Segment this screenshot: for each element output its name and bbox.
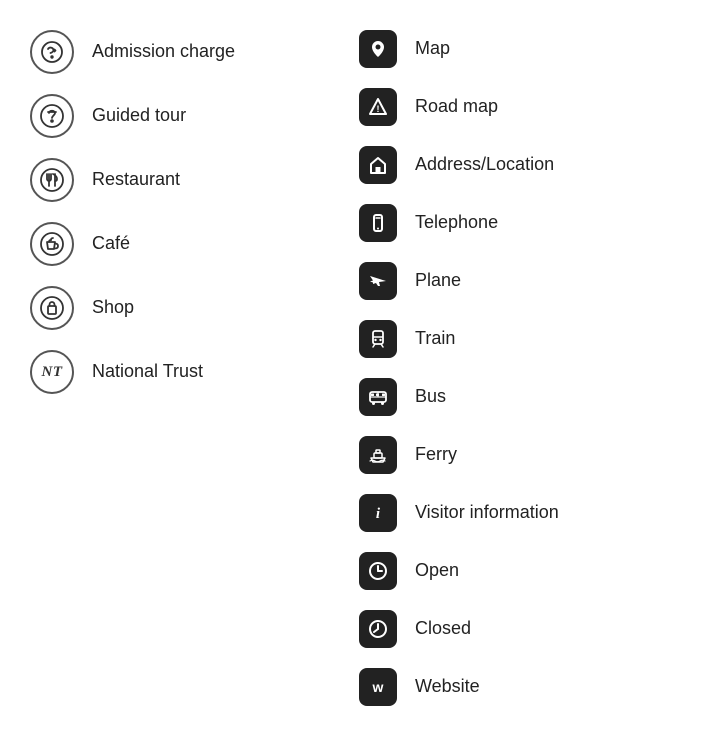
list-item: Ferry xyxy=(359,426,688,484)
closed-icon xyxy=(359,610,397,648)
closed-label: Closed xyxy=(415,617,471,640)
open-label: Open xyxy=(415,559,459,582)
restaurant-label: Restaurant xyxy=(92,168,180,191)
website-icon: w xyxy=(359,668,397,706)
list-item: Train xyxy=(359,310,688,368)
telephone-label: Telephone xyxy=(415,211,498,234)
train-label: Train xyxy=(415,327,455,350)
road-map-label: Road map xyxy=(415,95,498,118)
admission-charge-icon xyxy=(30,30,74,74)
bus-icon xyxy=(359,378,397,416)
list-item: Map xyxy=(359,20,688,78)
ferry-label: Ferry xyxy=(415,443,457,466)
legend-grid: Admission charge Guided tour xyxy=(30,20,688,716)
visitor-information-icon: i xyxy=(359,494,397,532)
list-item: w Website xyxy=(359,658,688,716)
list-item: Plane xyxy=(359,252,688,310)
list-item: ! Road map xyxy=(359,78,688,136)
plane-label: Plane xyxy=(415,269,461,292)
restaurant-icon xyxy=(30,158,74,202)
open-icon xyxy=(359,552,397,590)
list-item: Closed xyxy=(359,600,688,658)
guided-tour-icon xyxy=(30,94,74,138)
map-label: Map xyxy=(415,37,450,60)
list-item: Admission charge xyxy=(30,20,359,84)
svg-text:i: i xyxy=(376,506,381,522)
list-item: Guided tour xyxy=(30,84,359,148)
list-item: Address/Location xyxy=(359,136,688,194)
cafe-icon xyxy=(30,222,74,266)
right-column: Map ! Road map Address/Location xyxy=(359,20,688,716)
shop-label: Shop xyxy=(92,296,134,319)
telephone-icon xyxy=(359,204,397,242)
ferry-icon xyxy=(359,436,397,474)
list-item: Restaurant xyxy=(30,148,359,212)
list-item: Bus xyxy=(359,368,688,426)
list-item: Telephone xyxy=(359,194,688,252)
address-icon xyxy=(359,146,397,184)
plane-icon xyxy=(359,262,397,300)
list-item: Open xyxy=(359,542,688,600)
visitor-information-label: Visitor information xyxy=(415,501,559,524)
list-item: NT National Trust xyxy=(30,340,359,404)
list-item: Shop xyxy=(30,276,359,340)
guided-tour-label: Guided tour xyxy=(92,104,186,127)
shop-icon xyxy=(30,286,74,330)
svg-text:w: w xyxy=(372,679,384,695)
map-icon xyxy=(359,30,397,68)
admission-charge-label: Admission charge xyxy=(92,40,235,63)
road-map-icon: ! xyxy=(359,88,397,126)
list-item: Café xyxy=(30,212,359,276)
list-item: i Visitor information xyxy=(359,484,688,542)
svg-text:!: ! xyxy=(377,104,380,114)
train-icon xyxy=(359,320,397,358)
address-label: Address/Location xyxy=(415,153,554,176)
website-label: Website xyxy=(415,675,480,698)
left-column: Admission charge Guided tour xyxy=(30,20,359,404)
national-trust-label: National Trust xyxy=(92,360,203,383)
cafe-label: Café xyxy=(92,232,130,255)
national-trust-icon: NT xyxy=(30,350,74,394)
bus-label: Bus xyxy=(415,385,446,408)
